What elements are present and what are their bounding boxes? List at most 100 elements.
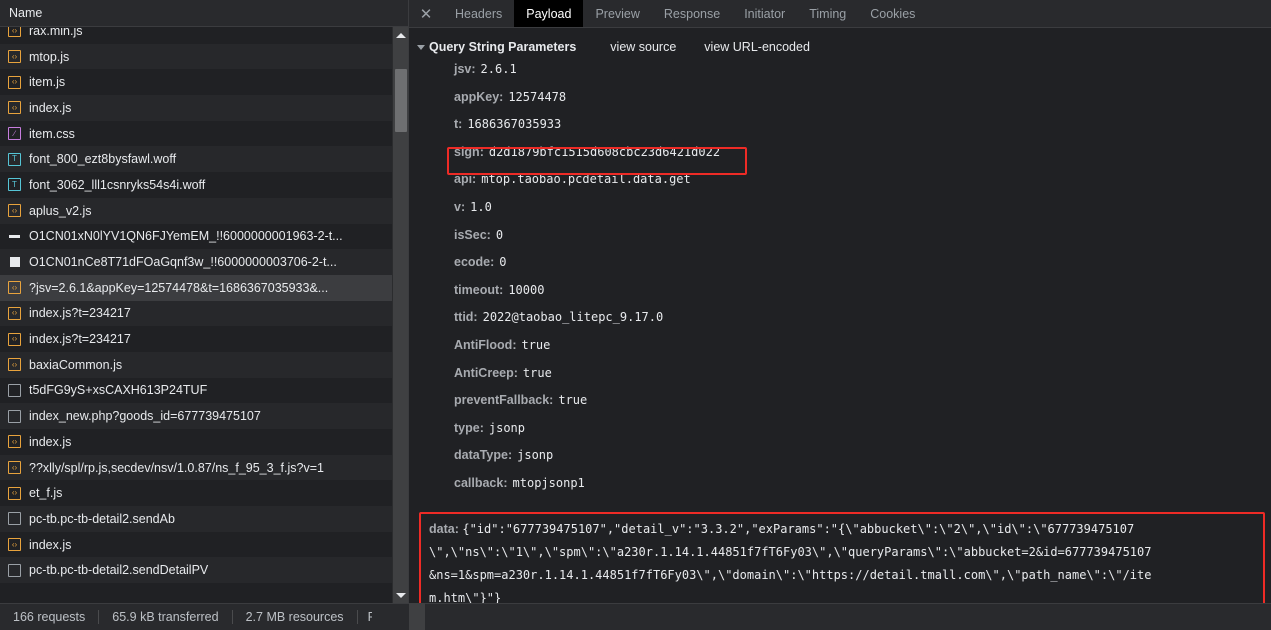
- param-value[interactable]: 1686367035933: [467, 117, 561, 131]
- request-name: baxiaCommon.js: [29, 357, 123, 372]
- param-key: AntiCreep:: [454, 365, 518, 380]
- request-row[interactable]: O1CN01xN0lYV1QN6FJYemEM_!!6000000001963-…: [0, 223, 392, 250]
- column-header-name[interactable]: Name: [9, 6, 42, 20]
- param-value[interactable]: true: [558, 393, 587, 407]
- request-name: ??xlly/spl/rp.js,secdev/nsv/1.0.87/ns_f_…: [29, 460, 324, 475]
- scroll-up-arrow-icon[interactable]: [393, 27, 408, 43]
- param-value[interactable]: true: [523, 366, 552, 380]
- request-row[interactable]: ‹› item.js: [0, 69, 392, 96]
- request-row[interactable]: ‹› index.js: [0, 429, 392, 455]
- request-row[interactable]: ∕ item.css: [0, 120, 392, 147]
- param-value[interactable]: 2.6.1: [481, 62, 517, 76]
- tab-preview[interactable]: Preview: [583, 0, 651, 27]
- request-list-scrollbar[interactable]: [392, 27, 408, 603]
- request-row[interactable]: pc-tb.pc-tb-detail2.sendAb: [0, 506, 392, 532]
- js-file-icon: ‹›: [8, 306, 21, 320]
- param-value[interactable]: d2d1879bfc1515d608cbc23d6421d022: [489, 145, 720, 159]
- param-key: isSec:: [454, 227, 491, 242]
- request-row[interactable]: pc-tb.pc-tb-detail2.sendDetailPV: [0, 557, 392, 584]
- request-row[interactable]: ‹› mtop.js: [0, 43, 392, 70]
- data-param-key: data:: [429, 521, 463, 536]
- param-key: dataType:: [454, 448, 513, 463]
- view-source-link[interactable]: view source: [610, 40, 676, 54]
- chevron-down-icon[interactable]: [417, 44, 425, 50]
- doc-file-icon: [8, 512, 21, 526]
- param-row: jsv: 2.6.1: [427, 62, 1271, 90]
- param-value[interactable]: 12574478: [508, 90, 566, 104]
- css-file-icon: ∕: [8, 127, 21, 141]
- request-row[interactable]: t5dFG9yS+xsCAXH613P24TUF: [0, 377, 392, 404]
- param-value[interactable]: 0: [496, 228, 503, 242]
- tab-cookies[interactable]: Cookies: [858, 0, 927, 27]
- param-key: t:: [454, 117, 463, 132]
- panel-body: Name ‹› rax.min.js ‹› mtop.js ‹› item.js ‹› ind…: [0, 0, 1271, 603]
- data-parameter-value[interactable]: data: {"id":"677739475107","detail_v":"3…: [429, 518, 1257, 604]
- tab-headers[interactable]: Headers: [443, 0, 514, 27]
- request-row[interactable]: O1CN01nCe8T71dFOaGqnf3w_!!6000000003706-…: [0, 249, 392, 275]
- data-value-line: \",\"ns\":\"1\",\"spm\":\"a230r.1.14.1.4…: [429, 544, 1152, 559]
- request-row[interactable]: ‹› index.js: [0, 95, 392, 121]
- param-row: dataType: jsonp: [427, 448, 1271, 476]
- request-row[interactable]: ‹› ?jsv=2.6.1&appKey=12574478&t=168636703…: [0, 274, 392, 301]
- param-row: ttid: 2022@taobao_litepc_9.17.0: [427, 310, 1271, 338]
- param-value[interactable]: jsonp: [489, 421, 525, 435]
- js-file-icon: ‹›: [8, 75, 21, 89]
- request-name: index_new.php?goods_id=677739475107: [29, 409, 261, 424]
- param-value[interactable]: mtop.taobao.pcdetail.data.get: [481, 172, 691, 186]
- request-row[interactable]: ‹› rax.min.js: [0, 27, 392, 44]
- param-row: sign: d2d1879bfc1515d608cbc23d6421d022: [427, 145, 1271, 175]
- request-name: et_f.js: [29, 486, 63, 501]
- request-list-scroll-area[interactable]: ‹› rax.min.js ‹› mtop.js ‹› item.js ‹› index.js…: [0, 27, 408, 603]
- request-row[interactable]: ‹› aplus_v2.js: [0, 197, 392, 224]
- js-file-icon: ‹›: [8, 461, 21, 475]
- param-value[interactable]: mtopjsonp1: [513, 476, 585, 490]
- request-name: font_3062_lll1csnryks54s4i.woff: [29, 177, 206, 192]
- request-row[interactable]: Tfont_3062_lll1csnryks54s4i.woff: [0, 172, 392, 198]
- tab-strip: Headers Payload Preview Response Initiator Ti…: [443, 0, 927, 27]
- request-row[interactable]: ‹› index.js?t=234217: [0, 326, 392, 352]
- request-name: pc-tb.pc-tb-detail2.sendDetailPV: [29, 563, 209, 578]
- request-list-panel: Name ‹› rax.min.js ‹› mtop.js ‹› item.js ‹› ind…: [0, 0, 409, 603]
- request-row[interactable]: Tfont_800_ezt8bysfawl.woff: [0, 146, 392, 173]
- data-parameter-highlight: data: {"id":"677739475107","detail_v":"3…: [419, 511, 1265, 604]
- param-row: AntiFlood: true: [427, 338, 1271, 366]
- doc-file-icon: [8, 409, 21, 423]
- query-string-parameters-section-header[interactable]: Query String Parameters view source view…: [409, 36, 1271, 58]
- param-value[interactable]: 1.0: [470, 200, 492, 214]
- js-file-icon: ‹›: [8, 50, 21, 64]
- scroll-down-arrow-icon[interactable]: [393, 587, 408, 603]
- param-key: preventFallback:: [454, 393, 554, 408]
- request-row[interactable]: ‹› index.js: [0, 531, 392, 558]
- js-file-icon: ‹›: [8, 538, 21, 552]
- param-row: AntiCreep: true: [427, 366, 1271, 394]
- request-row[interactable]: ‹› ??xlly/spl/rp.js,secdev/nsv/1.0.87/ns_…: [0, 454, 392, 481]
- request-name: ?jsv=2.6.1&appKey=12574478&t=16863670359…: [29, 280, 329, 295]
- request-row[interactable]: ‹› baxiaCommon.js: [0, 351, 392, 378]
- tab-payload[interactable]: Payload: [514, 0, 584, 27]
- js-file-icon: ‹›: [8, 204, 21, 218]
- image-line-icon: [8, 230, 21, 243]
- request-name: pc-tb.pc-tb-detail2.sendAb: [29, 511, 175, 526]
- status-transferred: 65.9 kB transferred: [99, 610, 233, 624]
- param-value[interactable]: jsonp: [517, 448, 553, 462]
- tab-timing[interactable]: Timing: [797, 0, 858, 27]
- tab-initiator[interactable]: Initiator: [732, 0, 797, 27]
- js-file-icon: ‹›: [8, 332, 21, 346]
- request-row[interactable]: ‹› index.js?t=234217: [0, 300, 392, 327]
- request-row[interactable]: index_new.php?goods_id=677739475107: [0, 403, 392, 429]
- view-url-encoded-link[interactable]: view URL-encoded: [704, 40, 810, 54]
- param-value[interactable]: 0: [499, 255, 506, 269]
- request-rows: ‹› rax.min.js ‹› mtop.js ‹› item.js ‹› index.js…: [0, 27, 392, 584]
- horizontal-scroll-stub[interactable]: [409, 603, 425, 630]
- status-finish: F: [367, 610, 372, 624]
- payload-content[interactable]: Query String Parameters view source view…: [409, 28, 1271, 603]
- param-key: ttid:: [454, 310, 478, 325]
- close-icon[interactable]: ✕: [409, 0, 443, 27]
- param-value[interactable]: 2022@taobao_litepc_9.17.0: [483, 310, 664, 324]
- request-row[interactable]: ‹› et_f.js: [0, 480, 392, 507]
- param-value[interactable]: true: [521, 338, 550, 352]
- scrollbar-thumb[interactable]: [395, 69, 407, 132]
- request-name: t5dFG9yS+xsCAXH613P24TUF: [29, 383, 208, 398]
- tab-response[interactable]: Response: [652, 0, 732, 27]
- param-value[interactable]: 10000: [508, 283, 544, 297]
